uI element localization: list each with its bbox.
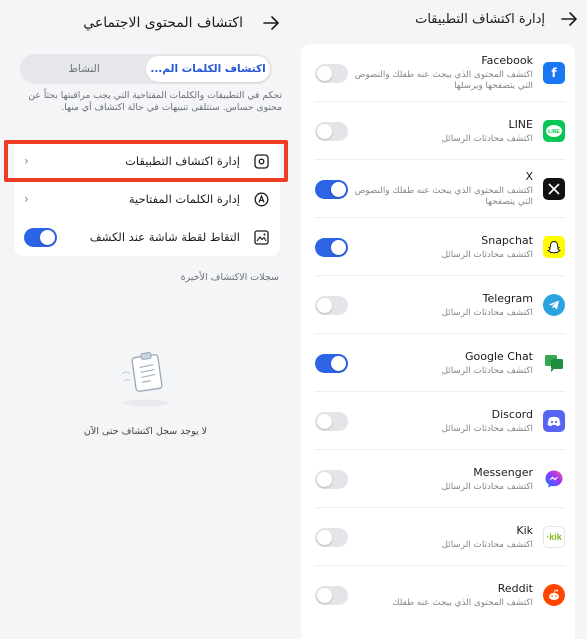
kik-icon: kik· [543, 526, 565, 548]
page-title: إدارة اكتشاف التطبيقات [415, 11, 545, 27]
right-pane: إدارة اكتشاف التطبيقات f Facebook اكتشف ا… [291, 0, 587, 639]
line-icon: LINE [543, 120, 565, 142]
reddit-icon [543, 584, 565, 606]
x-toggle[interactable] [315, 179, 348, 199]
menu-label: إدارة الكلمات المفتاحية [128, 192, 240, 206]
app-desc: اكتشف محادثات الرسائل [441, 481, 533, 492]
app-row-x: X اكتشف المحتوى الذي يبحث عنه طفلك والنصو… [301, 160, 575, 218]
app-row-messenger: Messenger اكتشف محادثات الرسائل [301, 450, 575, 508]
tab-activity[interactable]: النشاط [22, 56, 146, 82]
page-title: اكتشاف المحتوى الاجتماعي [83, 15, 243, 31]
screenshot-on-detect-row: التقاط لقطة شاشة عند الكشف [14, 218, 280, 256]
app-name: Discord [491, 407, 533, 421]
back-arrow-icon[interactable] [259, 11, 283, 35]
app-row-snapchat: Snapchat اكتشف محادثات الرسائل [301, 218, 575, 276]
app-desc: اكتشف محادثات الرسائل [441, 249, 533, 260]
right-header: إدارة اكتشاف التطبيقات [291, 4, 587, 34]
app-row-facebook: f Facebook اكتشف المحتوى الذي يبحث عنه طف… [301, 44, 575, 102]
screenshot-toggle[interactable] [24, 227, 57, 247]
apps-list: f Facebook اكتشف المحتوى الذي يبحث عنه طف… [301, 44, 575, 639]
app-name: X [525, 170, 533, 183]
app-row-discord: Discord اكتشف محادثات الرسائل [301, 392, 575, 450]
discord-icon [543, 410, 565, 432]
left-pane: اكتشاف المحتوى الاجتماعي اكتشاف الكلمات … [0, 0, 291, 639]
snapchat-icon [543, 236, 565, 258]
line-toggle[interactable] [315, 121, 348, 141]
app-desc: اكتشف محادثات الرسائل [441, 365, 533, 376]
app-desc: اكتشف محادثات الرسائل [441, 423, 533, 434]
highlight-box [4, 140, 288, 182]
chevron-left-icon: ‹ [24, 192, 29, 206]
app-name: Google Chat [465, 349, 533, 363]
back-arrow-icon[interactable] [557, 7, 581, 31]
recent-logs-title: سجلات الاكتشاف الأخيرة [180, 272, 279, 283]
messenger-icon [543, 468, 565, 490]
reddit-toggle[interactable] [315, 585, 348, 605]
facebook-toggle[interactable] [315, 63, 348, 83]
segmented-tabs: اكتشاف الكلمات الم... النشاط [20, 54, 272, 84]
menu-label: التقاط لقطة شاشة عند الكشف [89, 230, 240, 244]
app-row-telegram: Telegram اكتشف محادثات الرسائل [301, 276, 575, 334]
snapchat-toggle[interactable] [315, 237, 348, 257]
app-name: Reddit [497, 581, 533, 595]
app-row-line: LINE LINE اكتشف محادثات الرسائل [301, 102, 575, 160]
clipboard-illustration-icon [112, 348, 176, 410]
left-header: اكتشاف المحتوى الاجتماعي [0, 6, 291, 40]
app-desc: اكتشف المحتوى الذي يبحث عنه طفلك [392, 597, 533, 608]
app-desc: اكتشف محادثات الرسائل [441, 133, 533, 144]
app-name: LINE [508, 117, 533, 131]
screenshot-icon [252, 228, 270, 246]
keyword-a-icon [252, 190, 270, 208]
description-text: تحكم في التطبيقات والكلمات المفتاحية الت… [28, 90, 282, 113]
tab-keyword-detection[interactable]: اكتشاف الكلمات الم... [146, 56, 270, 82]
app-name: Facebook [481, 54, 533, 67]
discord-toggle[interactable] [315, 411, 348, 431]
x-icon [543, 178, 565, 200]
telegram-icon [543, 294, 565, 316]
app-desc: اكتشف المحتوى الذي يبحث عنه طفلك والنصوص… [354, 70, 533, 91]
app-row-reddit: Reddit اكتشف المحتوى الذي يبحث عنه طفلك [301, 566, 575, 624]
kik-toggle[interactable] [315, 527, 348, 547]
app-name: Telegram [482, 291, 533, 305]
app-row-google-chat: Google Chat اكتشف محادثات الرسائل [301, 334, 575, 392]
app-desc: اكتشف محادثات الرسائل [441, 539, 533, 550]
app-desc: اكتشف محادثات الرسائل [441, 307, 533, 318]
messenger-toggle[interactable] [315, 469, 348, 489]
google-chat-icon [543, 352, 565, 374]
telegram-toggle[interactable] [315, 295, 348, 315]
app-name: Snapchat [481, 233, 533, 247]
app-row-kik: kik· Kik اكتشف محادثات الرسائل [301, 508, 575, 566]
svg-text:LINE: LINE [548, 129, 560, 135]
google-chat-toggle[interactable] [315, 353, 348, 373]
app-desc: اكتشف المحتوى الذي يبحث عنه طفلك والنصوص… [354, 186, 533, 207]
manage-keywords-row[interactable]: إدارة الكلمات المفتاحية ‹ [14, 180, 280, 218]
facebook-icon: f [543, 62, 565, 84]
empty-state-text: لا يوجد سجل اكتشاف حتى الآن [83, 426, 208, 437]
app-name: Messenger [473, 465, 533, 479]
app-name: Kik [516, 523, 533, 537]
